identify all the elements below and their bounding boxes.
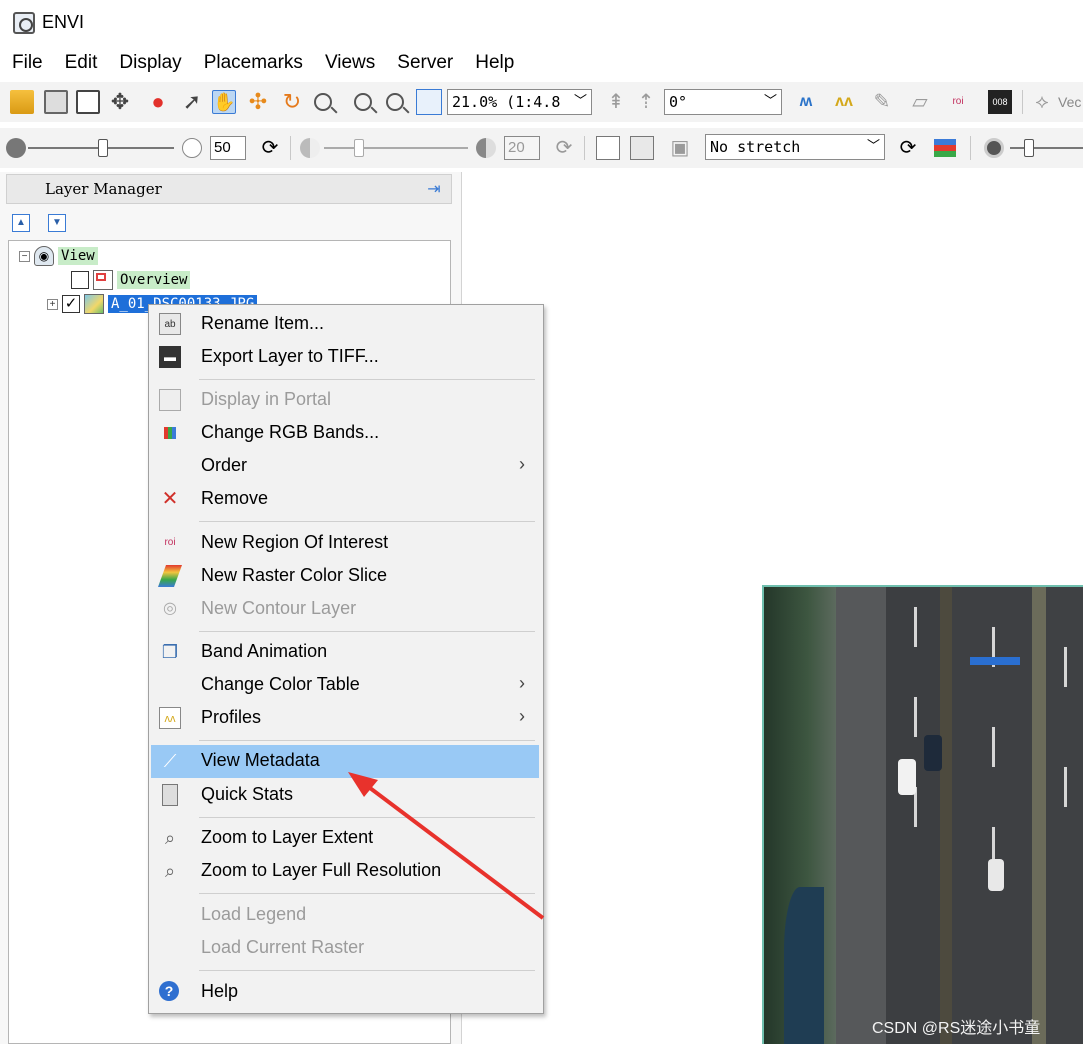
annotation-arrow [348,772,545,920]
annotation-arrow-head [348,772,378,797]
annotation-arrow-shaft [360,780,545,920]
